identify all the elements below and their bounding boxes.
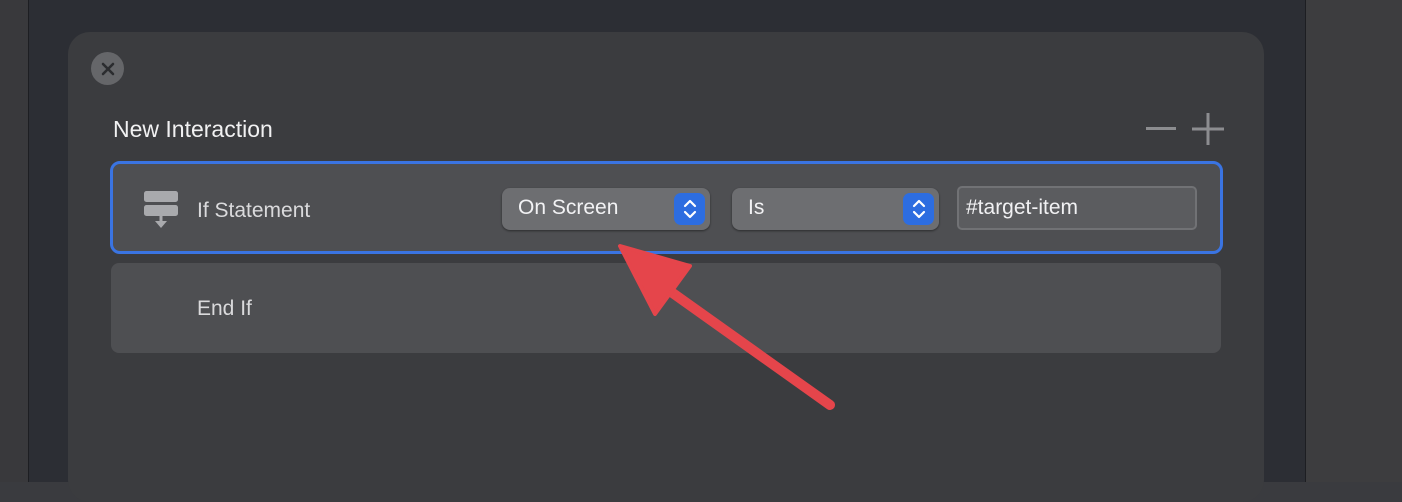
end-if-row[interactable]: End If [111,263,1221,353]
close-icon [101,62,114,75]
target-selector-value: #target-item [966,196,1079,219]
background-right [1306,0,1402,482]
operator-stepper[interactable] [903,193,934,225]
add-step-button[interactable] [1190,112,1226,146]
minus-icon [1146,127,1176,130]
condition-select[interactable]: On Screen [502,188,710,230]
chevron-up-down-icon [912,199,925,219]
condition-select-value: On Screen [518,196,619,219]
close-button[interactable] [91,52,124,85]
background-left [0,0,28,482]
end-if-label: End If [197,297,252,320]
if-statement-icon [144,191,178,228]
if-statement-label: If Statement [197,199,311,222]
remove-step-button[interactable] [1144,116,1178,142]
chevron-up-down-icon [683,199,696,219]
plus-icon [1192,113,1224,145]
new-interaction-sheet: New Interaction If Statement On Screen I… [68,32,1264,502]
operator-select[interactable]: Is [732,188,939,230]
operator-select-value: Is [748,196,765,219]
target-selector-input[interactable]: #target-item [957,186,1197,230]
sheet-title: New Interaction [113,116,273,142]
if-statement-row[interactable]: If Statement On Screen Is #target-item [110,161,1223,254]
condition-stepper[interactable] [674,193,705,225]
